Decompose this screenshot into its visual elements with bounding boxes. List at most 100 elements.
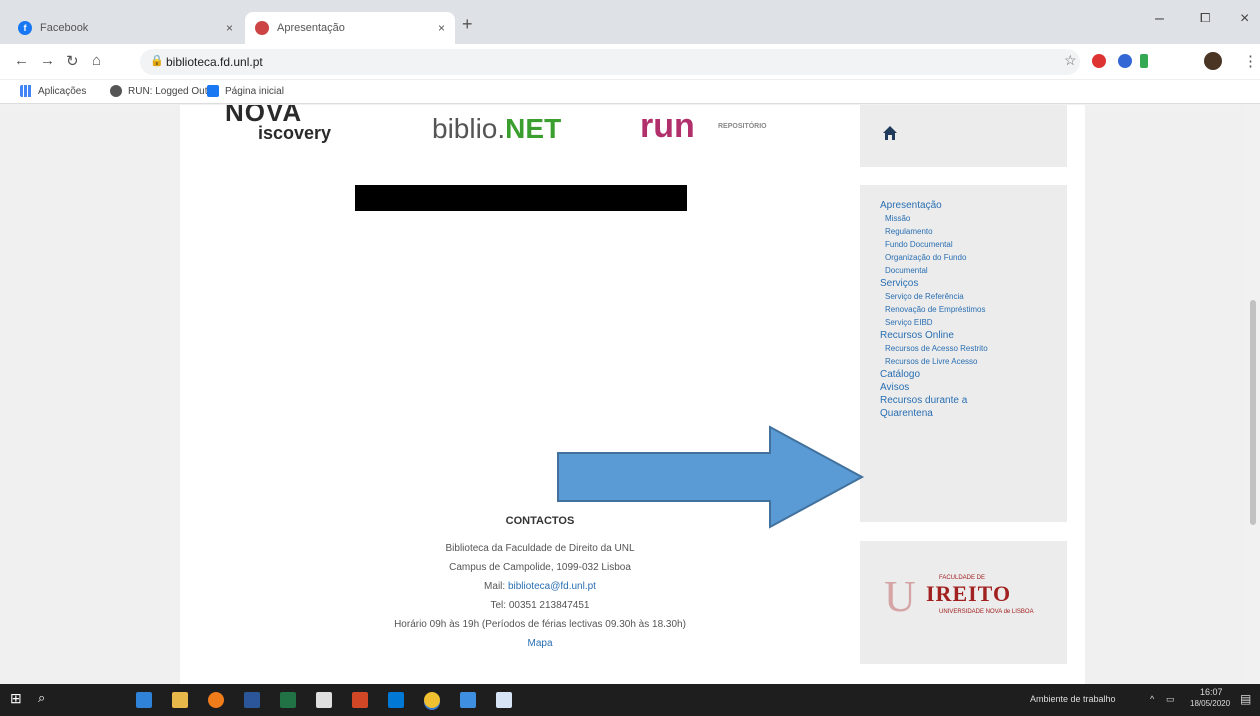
bookmark-label: Página inicial <box>225 85 284 97</box>
home-panel <box>860 105 1067 167</box>
sidebar-menu-item[interactable]: Catálogo <box>880 368 1067 381</box>
outlook-icon[interactable] <box>388 692 404 708</box>
firefox-icon[interactable] <box>208 692 224 708</box>
edge-icon[interactable] <box>136 692 152 708</box>
reload-icon[interactable]: ↻ <box>66 52 79 70</box>
new-tab-button[interactable]: + <box>462 14 473 35</box>
logo-word: IREITO <box>926 581 1012 606</box>
logo-tag: UNIVERSIDADE NOVA de LISBOA <box>939 609 1034 615</box>
minimize-button[interactable]: – <box>1155 10 1164 28</box>
tab-title: Facebook <box>40 22 89 34</box>
logo-text: biblio. <box>432 113 506 144</box>
clock-time[interactable]: 16:07 <box>1200 687 1223 697</box>
search-icon[interactable]: ⌕ <box>38 690 54 706</box>
back-icon[interactable]: ← <box>14 52 29 69</box>
logo-subtext: REPOSITÓRIO <box>718 123 767 130</box>
desktop-toolbar-label[interactable]: Ambiente de trabalho <box>1030 694 1116 704</box>
sidebar-menu-item[interactable]: Documental <box>880 264 1067 277</box>
page-viewport: NOVA iscovery biblio.NET run REPOSITÓRIO… <box>0 105 1260 684</box>
page-content: NOVA iscovery biblio.NET run REPOSITÓRIO… <box>180 105 1085 684</box>
apps-grid-icon <box>20 85 32 97</box>
sidebar-menu-item[interactable]: Missão <box>880 212 1067 225</box>
contacts-section: CONTACTOS Biblioteca da Faculdade de Dir… <box>330 515 750 653</box>
gear-icon <box>110 85 122 97</box>
extension-icon[interactable] <box>1092 54 1106 68</box>
faculty-logo-panel: U FACULDADE DE IREITO UNIVERSIDADE NOVA … <box>860 541 1067 664</box>
clock-date[interactable]: 18/05/2020 <box>1190 699 1230 708</box>
home-icon[interactable]: ⌂ <box>92 52 101 69</box>
sidebar-menu-item[interactable]: Apresentação <box>880 199 1067 212</box>
faculdade-direito-logo[interactable]: U FACULDADE DE IREITO UNIVERSIDADE NOVA … <box>884 571 1034 622</box>
sidebar-menu-item[interactable]: Recursos de Acesso Restrito <box>880 342 1067 355</box>
close-window-button[interactable]: × <box>1240 10 1249 28</box>
logo-text: iscovery <box>258 123 332 143</box>
sidebar-menu-item[interactable]: Recursos durante a <box>880 394 1067 407</box>
avatar[interactable] <box>1204 52 1222 70</box>
bookmarks-bar: Aplicações RUN: Logged Out Página inicia… <box>0 80 1260 104</box>
mail-link[interactable]: biblioteca@fd.unl.pt <box>508 581 596 592</box>
internet-explorer-icon[interactable] <box>460 692 476 708</box>
logo-mark: U <box>884 572 916 621</box>
bookmark-label: RUN: Logged Out <box>128 85 208 97</box>
powerpoint-icon[interactable] <box>352 692 368 708</box>
windows-start-icon[interactable]: ⊞ <box>10 690 26 706</box>
bookmark-star-icon[interactable]: ☆ <box>1064 52 1077 69</box>
bookmark-pagina-inicial[interactable]: Página inicial <box>207 85 284 97</box>
notepad-icon[interactable] <box>496 692 512 708</box>
bookmark-run[interactable]: RUN: Logged Out <box>110 85 208 97</box>
sidebar-menu: Apresentação Missão Regulamento Fundo Docum… <box>860 185 1067 522</box>
bookmark-label: Aplicações <box>38 85 87 97</box>
site-icon <box>255 21 269 35</box>
extension-icon[interactable] <box>1140 54 1148 68</box>
windows-taskbar: ⊞ ⌕ Ambiente de trabalho ^ ▭ 16:07 18/05… <box>0 684 1260 716</box>
scrollbar[interactable] <box>1246 105 1260 684</box>
sidebar-menu-item[interactable]: Regulamento <box>880 225 1067 238</box>
contacts-line: Biblioteca da Faculdade de Direito da UN… <box>445 543 635 554</box>
contacts-hours: Horário 09h às 19h (Períodos de férias l… <box>394 619 686 630</box>
lock-icon: 🔒 <box>150 55 164 67</box>
store-icon[interactable] <box>316 692 332 708</box>
forward-icon[interactable]: → <box>40 52 55 69</box>
sidebar-menu-item[interactable]: Renovação de Empréstimos <box>880 303 1067 316</box>
contacts-mail: Mail: biblioteca@fd.unl.pt <box>330 577 750 596</box>
logo-text: run <box>640 107 695 145</box>
tab-facebook[interactable]: f Facebook × <box>8 12 243 44</box>
close-tab-icon[interactable]: × <box>438 21 445 35</box>
home-icon[interactable] <box>882 125 898 141</box>
notification-icon[interactable]: ▤ <box>1240 692 1251 706</box>
file-explorer-icon[interactable] <box>172 692 188 708</box>
network-icon[interactable]: ▭ <box>1166 694 1175 705</box>
tab-title: Apresentação <box>277 22 345 34</box>
menu-kebab-icon[interactable]: ⋮ <box>1243 52 1258 70</box>
mail-label: Mail: <box>484 581 508 592</box>
biblionet-logo[interactable]: biblio.NET <box>432 113 561 145</box>
sidebar-menu-item[interactable]: Recursos de Livre Acesso <box>880 355 1067 368</box>
tray-chevron-icon[interactable]: ^ <box>1150 694 1154 704</box>
sidebar-menu-item[interactable]: Serviços <box>880 277 1067 290</box>
menu-list: Apresentação Missão Regulamento Fundo Docum… <box>860 185 1067 420</box>
facebook-icon: f <box>18 21 32 35</box>
sidebar-menu-item[interactable]: Organização do Fundo <box>880 251 1067 264</box>
extension-icon[interactable] <box>1118 54 1132 68</box>
sidebar-menu-item[interactable]: Serviço de Referência <box>880 290 1067 303</box>
bookmark-aplicacoes[interactable]: Aplicações <box>20 85 86 97</box>
sidebar-menu-item[interactable]: Fundo Documental <box>880 238 1067 251</box>
browser-tab-strip: f Facebook × Apresentação × + – ⧠ × <box>0 0 1260 44</box>
sidebar-menu-item[interactable]: Quarentena <box>880 407 1067 420</box>
browser-toolbar: ← → ↻ ⌂ 🔒 biblioteca.fd.unl.pt ☆ ⋮ <box>0 44 1260 80</box>
sidebar-menu-item[interactable]: Serviço EIBD <box>880 316 1067 329</box>
arrow-annotation <box>557 425 865 529</box>
sidebar-menu-item[interactable]: Recursos Online <box>880 329 1067 342</box>
chrome-icon[interactable] <box>424 692 440 708</box>
run-repository-logo[interactable]: run REPOSITÓRIO <box>640 107 767 146</box>
redacted-block <box>355 185 687 211</box>
tab-apresentacao[interactable]: Apresentação × <box>245 12 455 44</box>
excel-icon[interactable] <box>280 692 296 708</box>
sidebar-menu-item[interactable]: Avisos <box>880 381 1067 394</box>
scrollbar-thumb[interactable] <box>1250 300 1256 525</box>
map-link[interactable]: Mapa <box>527 638 552 649</box>
maximize-button[interactable]: ⧠ <box>1200 10 1210 26</box>
close-tab-icon[interactable]: × <box>226 21 233 35</box>
word-icon[interactable] <box>244 692 260 708</box>
address-bar[interactable]: 🔒 biblioteca.fd.unl.pt <box>140 49 1080 75</box>
